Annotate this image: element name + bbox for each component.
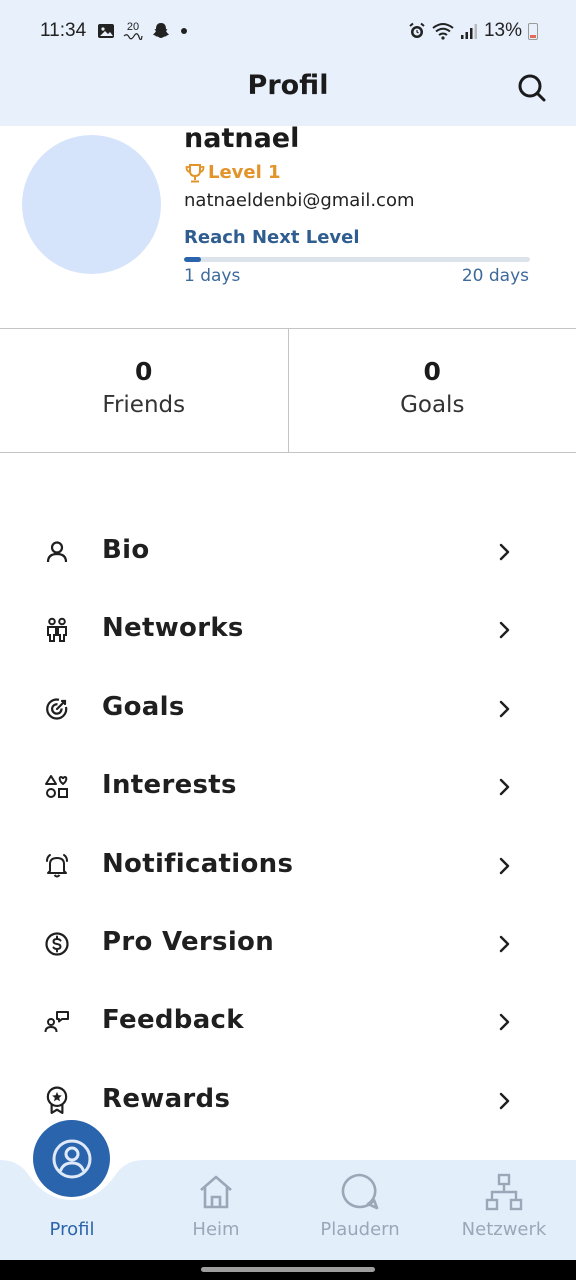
menu-label: Networks	[102, 613, 244, 644]
calendar-date-icon: 20	[123, 22, 143, 40]
nav-label: Plaudern	[320, 1219, 400, 1240]
status-notification-icons: 20	[97, 21, 189, 41]
menu-item-networks[interactable]: Networks	[0, 592, 576, 670]
chevron-right-icon	[499, 935, 510, 953]
level-progress-bar	[184, 257, 530, 262]
network-icon	[485, 1173, 523, 1211]
nav-label: Heim	[192, 1219, 240, 1240]
goals-stat[interactable]: 0 Goals	[287, 329, 576, 452]
friends-stat[interactable]: 0 Friends	[0, 329, 288, 452]
menu-label: Notifications	[102, 848, 294, 879]
avatar[interactable]	[22, 135, 161, 274]
people-icon	[47, 618, 67, 643]
level-badge: Level 1	[184, 162, 281, 183]
reach-next-level-label: Reach Next Level	[184, 227, 360, 248]
days-current: 1 days	[184, 266, 241, 286]
dollar-icon	[45, 932, 69, 956]
menu-item-interests[interactable]: Interests	[0, 749, 576, 827]
dot-icon	[181, 28, 187, 34]
search-icon	[518, 74, 546, 102]
days-target: 20 days	[461, 266, 529, 286]
goals-label: Goals	[400, 392, 465, 418]
wifi-icon	[432, 23, 454, 40]
chevron-right-icon	[499, 622, 510, 639]
nav-label: Netzwerk	[461, 1219, 547, 1240]
battery-percent: 13%	[483, 20, 522, 41]
nav-label: Profil	[49, 1219, 95, 1240]
email: natnaeldenbi@gmail.com	[184, 190, 415, 211]
menu-label: Rewards	[102, 1083, 231, 1114]
menu-label: Pro Version	[102, 926, 275, 957]
chevron-right-icon	[499, 1014, 510, 1031]
level-progress-fill	[184, 257, 202, 262]
menu-item-pro-version[interactable]: Pro Version	[0, 906, 576, 984]
menu-label: Feedback	[102, 1005, 244, 1036]
nav-item-profil[interactable]: Profil	[0, 1162, 144, 1252]
page-title: Profil	[247, 70, 329, 101]
status-system-icons: 13%	[408, 20, 538, 42]
bell-icon	[46, 853, 68, 878]
image-icon	[98, 24, 114, 38]
nav-item-heim[interactable]: Heim	[144, 1162, 288, 1252]
trophy-icon	[185, 163, 205, 182]
chat-icon	[341, 1173, 379, 1210]
username: natnael	[184, 123, 300, 154]
chevron-right-icon	[499, 778, 510, 796]
status-bar: 11:34 20 13%	[0, 0, 576, 64]
profile-screen: 11:34 20 13% Profil natnael Level 1 natn…	[0, 0, 576, 1280]
alarm-icon	[409, 22, 425, 38]
nav-item-plaudern[interactable]: Plaudern	[288, 1162, 432, 1252]
stats-row: 0 Friends 0 Goals	[0, 328, 576, 453]
chevron-right-icon	[499, 543, 510, 561]
friends-count: 0	[135, 357, 153, 386]
battery-icon	[528, 22, 538, 40]
chevron-right-icon	[499, 857, 510, 874]
home-indicator[interactable]	[201, 1267, 375, 1272]
home-icon	[200, 1175, 232, 1209]
feedback-icon	[44, 1011, 69, 1033]
menu-item-goals[interactable]: Goals	[0, 671, 576, 749]
calendar-squiggle	[123, 33, 143, 40]
app-bar: Profil	[0, 64, 576, 126]
snapchat-icon	[153, 23, 169, 38]
chevron-right-icon	[499, 700, 510, 717]
user-icon	[46, 541, 68, 563]
menu-item-feedback[interactable]: Feedback	[0, 984, 576, 1062]
signal-icon	[460, 24, 477, 39]
level-label: Level 1	[208, 162, 281, 183]
shapes-icon	[45, 775, 68, 799]
status-time: 11:34	[40, 20, 87, 41]
friends-label: Friends	[102, 392, 186, 418]
menu-label: Interests	[102, 770, 237, 801]
menu-label: Goals	[102, 691, 185, 722]
calendar-date-text: 20	[126, 21, 140, 33]
nav-item-netzwerk[interactable]: Netzwerk	[432, 1162, 576, 1252]
award-icon	[46, 1086, 68, 1114]
menu-item-bio[interactable]: Bio	[0, 514, 576, 592]
menu-item-notifications[interactable]: Notifications	[0, 828, 576, 906]
goals-count: 0	[423, 357, 441, 386]
search-button[interactable]	[516, 72, 548, 104]
menu-label: Bio	[102, 535, 150, 565]
target-icon	[46, 698, 68, 720]
profile-menu: Bio Networks Goals Interests Notificatio…	[0, 514, 576, 1141]
chevron-right-icon	[499, 1092, 510, 1109]
